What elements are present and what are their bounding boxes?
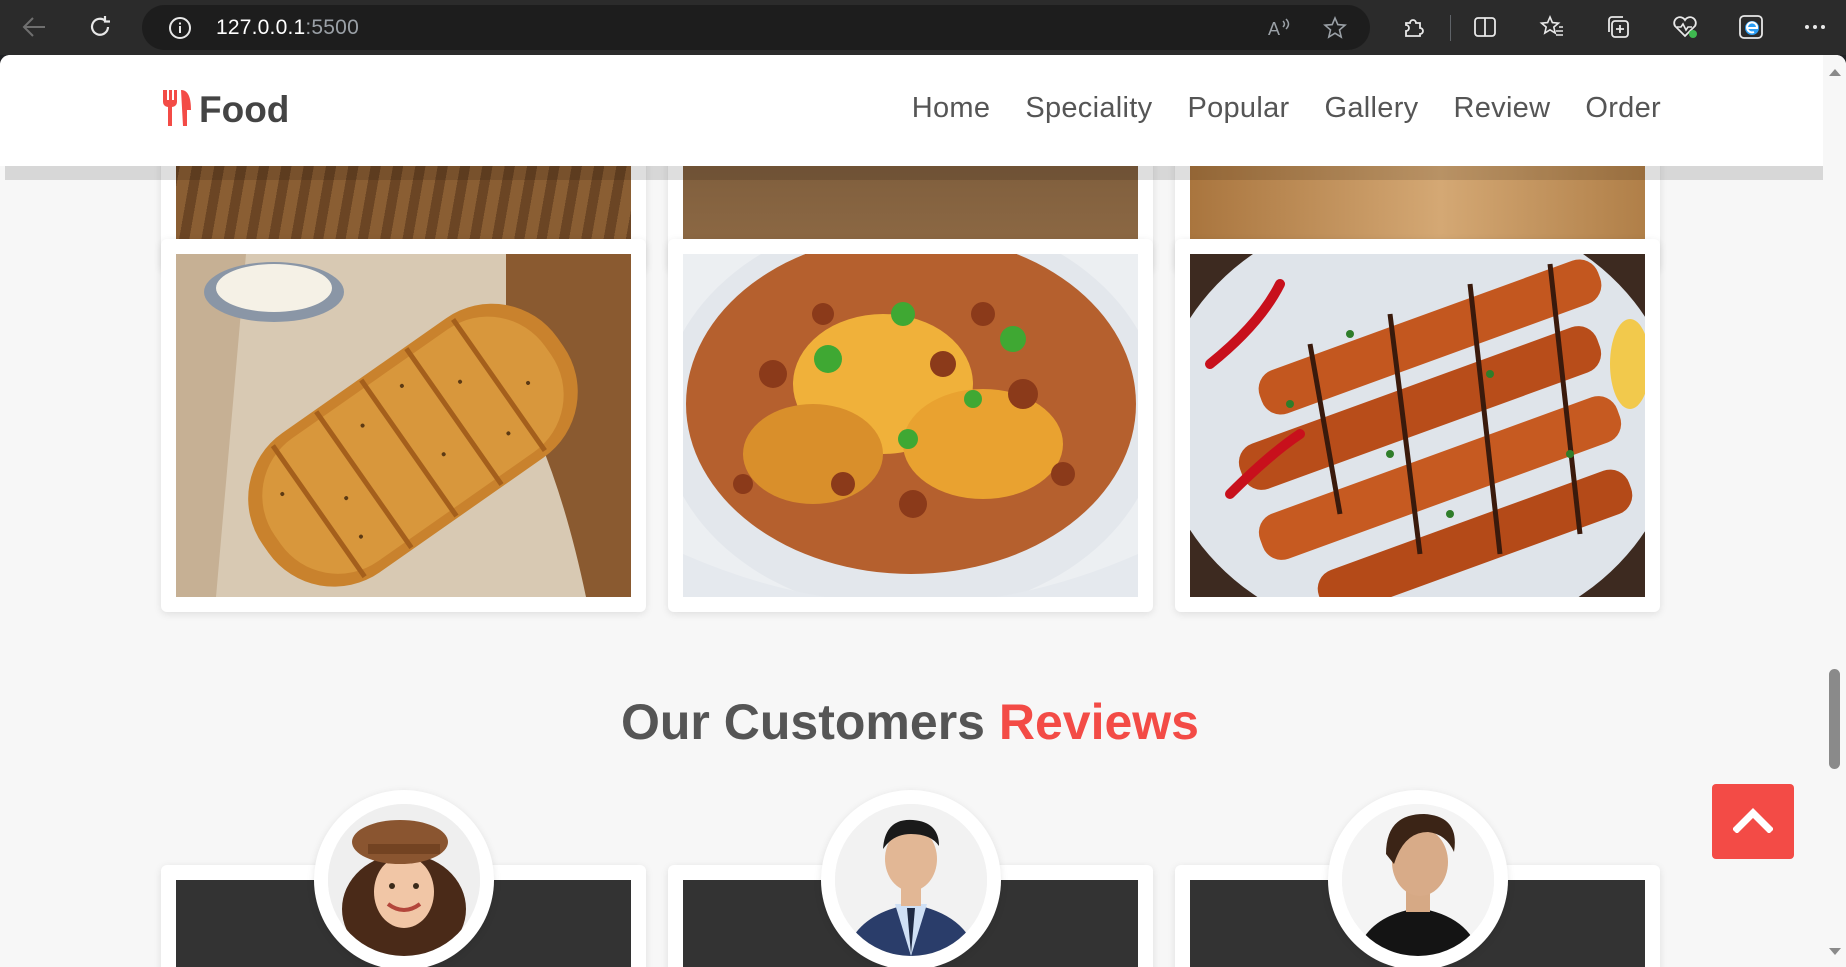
collections-icon[interactable] xyxy=(1598,8,1638,46)
cabbage-bowl-image xyxy=(683,254,1138,597)
gallery-card-garlic-bread[interactable] xyxy=(161,239,646,612)
customer-photo-woman xyxy=(328,804,480,956)
site-logo[interactable]: Food xyxy=(161,88,289,132)
favorite-star-icon[interactable] xyxy=(1322,15,1348,41)
back-to-top-button[interactable] xyxy=(1712,784,1794,859)
gallery-card-chicken-skewers[interactable] xyxy=(1175,239,1660,612)
refresh-icon[interactable] xyxy=(80,8,120,46)
customer-photo-man-black-shirt xyxy=(1342,804,1494,956)
utensils-icon xyxy=(161,88,193,132)
chicken-skewers-image xyxy=(1190,254,1645,597)
browser-essentials-icon[interactable] xyxy=(1665,8,1705,46)
nav-popular[interactable]: Popular xyxy=(1187,92,1289,125)
favorites-icon[interactable] xyxy=(1532,8,1572,46)
extensions-icon[interactable] xyxy=(1393,8,1433,46)
url-text[interactable]: 127.0.0.1:5500 xyxy=(216,16,359,40)
nav-gallery[interactable]: Gallery xyxy=(1325,92,1419,125)
scroll-down-arrow[interactable] xyxy=(1829,948,1841,955)
scrollbar-thumb[interactable] xyxy=(1829,669,1840,769)
site-header: Food Home Speciality Popular Gallery Rev… xyxy=(0,55,1846,166)
nav-review[interactable]: Review xyxy=(1453,92,1550,125)
customer-avatar-2 xyxy=(821,790,1001,967)
more-icon[interactable] xyxy=(1795,8,1835,46)
page-scrollbar[interactable] xyxy=(1823,55,1846,967)
page-viewport: Food Home Speciality Popular Gallery Rev… xyxy=(0,55,1846,967)
reviews-heading-main: Our Customers xyxy=(621,694,999,750)
garlic-bread-image xyxy=(176,254,631,597)
url-host: 127.0.0.1 xyxy=(216,16,306,39)
url-port: :5500 xyxy=(305,16,359,39)
reviews-heading-accent: Reviews xyxy=(998,694,1199,750)
back-icon[interactable] xyxy=(14,8,54,46)
svg-text:A: A xyxy=(1268,19,1280,39)
main-nav: Home Speciality Popular Gallery Review O… xyxy=(912,92,1661,125)
gallery-card-cabbage-bowl[interactable] xyxy=(668,239,1153,612)
edge-icon[interactable] xyxy=(1731,8,1771,46)
reviews-heading: Our Customers Reviews xyxy=(0,693,1820,751)
chevron-up-icon xyxy=(1732,807,1774,837)
browser-toolbar: 127.0.0.1:5500 A xyxy=(0,0,1846,55)
nav-home[interactable]: Home xyxy=(912,92,991,125)
nav-speciality[interactable]: Speciality xyxy=(1025,92,1152,125)
address-bar[interactable]: 127.0.0.1:5500 A xyxy=(142,5,1370,50)
logo-text: Food xyxy=(199,89,290,130)
read-aloud-icon[interactable]: A xyxy=(1266,15,1292,41)
toolbar-divider xyxy=(1450,15,1451,41)
split-screen-icon[interactable] xyxy=(1465,8,1505,46)
customer-avatar-3 xyxy=(1328,790,1508,967)
nav-order[interactable]: Order xyxy=(1585,92,1661,125)
customer-avatar-1 xyxy=(314,790,494,967)
header-shadow xyxy=(5,166,1823,180)
customer-photo-man-suit xyxy=(835,804,987,956)
info-icon[interactable] xyxy=(168,16,192,40)
scroll-up-arrow[interactable] xyxy=(1829,69,1841,76)
